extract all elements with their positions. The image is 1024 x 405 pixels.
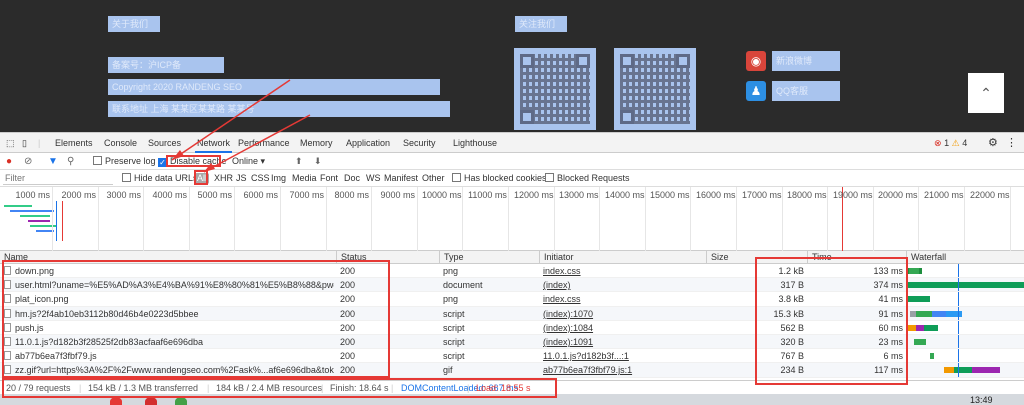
annotation-arrows: [171, 79, 311, 173]
annotation-arrowhead: [204, 163, 215, 172]
annotation-arrowhead: [172, 150, 184, 160]
annotation-arrow: [171, 79, 291, 161]
annotation-arrow: [203, 114, 311, 173]
